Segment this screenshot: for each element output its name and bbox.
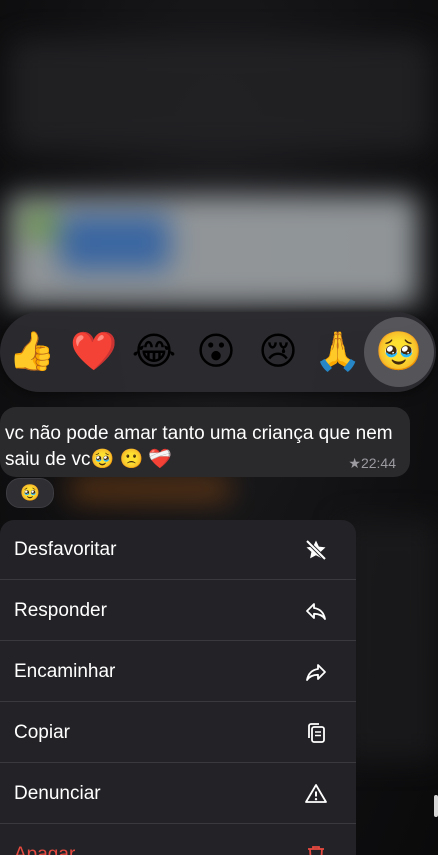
menu-item-report[interactable]: Denunciar <box>0 764 356 824</box>
copy-icon <box>304 721 328 745</box>
warning-icon <box>304 782 328 806</box>
menu-item-label: Desfavoritar <box>14 538 117 560</box>
screen: 👍 ❤️ 😂 😮 😢 🙏 🥹 vc não pode amar tanto um… <box>0 0 438 855</box>
blurred-bubble <box>70 478 230 500</box>
menu-item-label: Encaminhar <box>14 660 116 682</box>
menu-item-label: Copiar <box>14 721 70 743</box>
blurred-bubble <box>10 40 430 150</box>
reaction-folded-hands[interactable]: 🙏 <box>308 322 368 382</box>
trash-icon <box>304 843 328 855</box>
menu-item-reply[interactable]: Responder <box>0 581 356 641</box>
menu-item-label: Denunciar <box>14 782 101 804</box>
scroll-indicator <box>434 795 438 817</box>
unstar-icon <box>304 538 328 562</box>
forward-icon <box>304 660 328 684</box>
message-reaction-chip[interactable]: 🥹 <box>6 478 54 508</box>
message-text: vc não pode amar tanto uma criança que n… <box>5 423 393 470</box>
reaction-pleading-selected[interactable]: 🥹 <box>364 317 434 387</box>
reaction-bar: 👍 ❤️ 😂 😮 😢 🙏 🥹 <box>0 312 436 392</box>
blurred-image-detail <box>60 215 170 270</box>
menu-item-label: Apagar <box>14 844 76 855</box>
menu-item-forward[interactable]: Encaminhar <box>0 642 356 702</box>
message-timestamp: ★22:44 <box>348 455 396 471</box>
menu-item-label: Responder <box>14 599 107 621</box>
reply-icon <box>304 599 328 623</box>
message-bubble[interactable]: vc não pode amar tanto uma criança que n… <box>0 407 410 477</box>
reaction-crying[interactable]: 😢 <box>248 322 308 382</box>
context-menu: Desfavoritar Responder Encaminhar Copiar… <box>0 520 356 855</box>
menu-item-unfavorite[interactable]: Desfavoritar <box>0 520 356 580</box>
menu-item-copy[interactable]: Copiar <box>0 703 356 763</box>
reaction-thumbs-up[interactable]: 👍 <box>2 322 62 382</box>
reaction-surprised[interactable]: 😮 <box>186 322 246 382</box>
menu-item-delete[interactable]: Apagar <box>0 825 356 855</box>
blurred-image-detail <box>25 210 55 240</box>
reaction-tears-of-joy[interactable]: 😂 <box>124 322 184 382</box>
reaction-red-heart[interactable]: ❤️ <box>64 322 124 382</box>
